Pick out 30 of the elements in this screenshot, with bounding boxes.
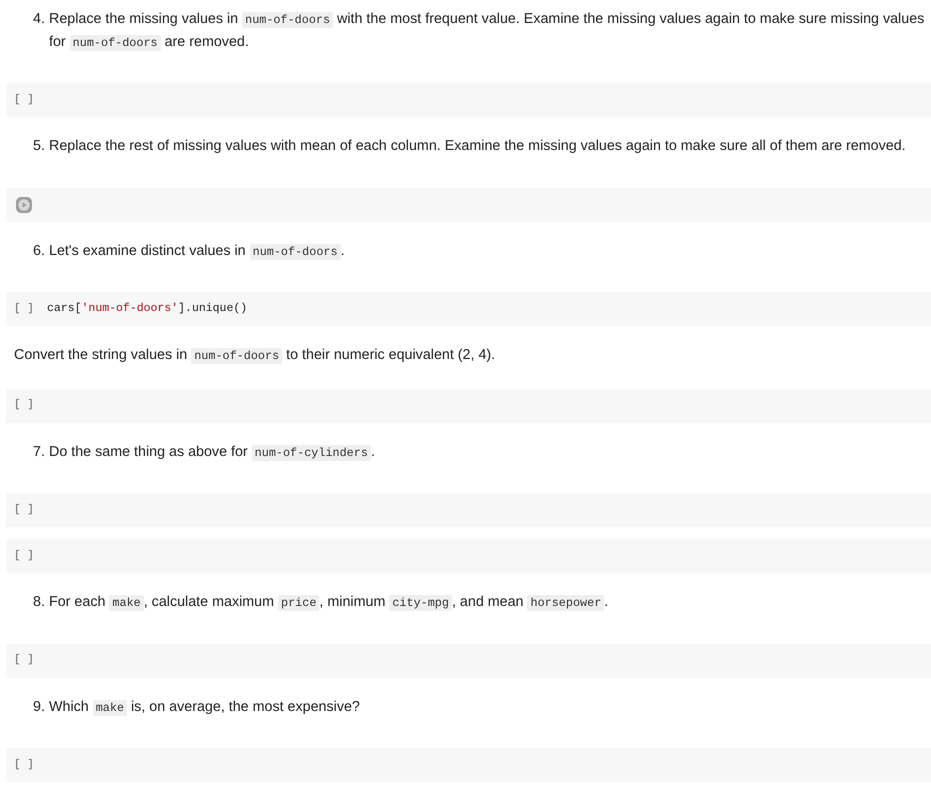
code-cell[interactable]: [ ] cars['num-of-doors'].unique() <box>6 292 931 326</box>
code-cell[interactable]: [ ] <box>6 388 931 422</box>
paragraph: Do the same thing as above for num-of-cylinders . <box>49 442 376 462</box>
code-cell[interactable] <box>6 188 931 222</box>
run-button[interactable]: [ ] <box>14 92 43 108</box>
code-cell[interactable]: [ ] <box>6 493 931 527</box>
code-line[interactable]: cars['num-of-doors'].unique() <box>47 301 248 317</box>
paragraph: Convert the string values in num-of-doors to their numeric equivalent (2, 4). <box>14 346 496 366</box>
list-number: 4. <box>33 10 46 28</box>
run-button[interactable]: [ ] <box>14 397 43 414</box>
run-button[interactable]: [ ] <box>14 756 43 774</box>
code-cell[interactable]: [ ] <box>6 539 931 573</box>
run-button[interactable]: [ ] <box>14 652 43 669</box>
paragraph: Let's examine distinct values in num-of-doors . <box>49 242 346 262</box>
code-cell[interactable]: [ ] <box>6 83 931 117</box>
list-number: 5. <box>33 137 46 156</box>
code-cell[interactable]: [ ] <box>6 644 931 678</box>
run-button[interactable]: [ ] <box>14 300 43 318</box>
list-number: 9. <box>33 698 46 716</box>
run-button[interactable]: [ ] <box>14 502 43 518</box>
list-number: 6. <box>33 242 46 260</box>
list-number: 8. <box>33 593 46 612</box>
code-cell[interactable]: [ ] <box>6 748 931 782</box>
paragraph: Replace the missing values in num-of-doors with the most frequent value. Examine the missing values again to make sure missing values for num-of-doors are removed. <box>49 10 926 52</box>
list-number: 7. <box>33 442 46 462</box>
play-icon[interactable] <box>16 196 32 212</box>
paragraph: For each make , calculate maximum price , minimum city-mpg , and mean horsepower . <box>49 593 610 613</box>
paragraph: Replace the rest of missing values with mean of each column. Examine the missing values again to make sure all of them are removed. <box>49 137 907 156</box>
paragraph: Which make is, on average, the most expensive? <box>49 698 361 718</box>
run-button[interactable]: [ ] <box>14 548 43 564</box>
